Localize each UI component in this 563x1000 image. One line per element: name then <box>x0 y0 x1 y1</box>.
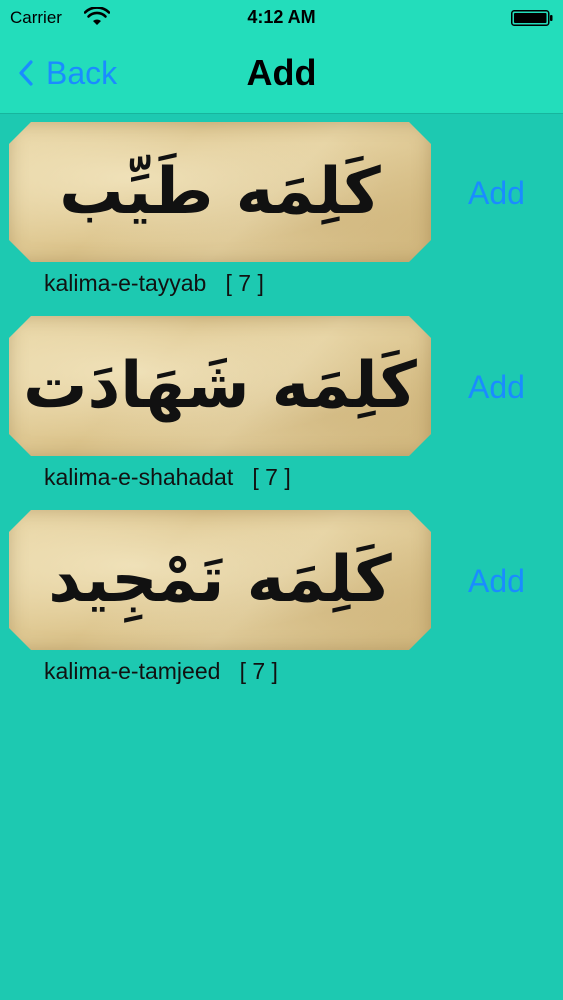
kalima-name: kalima-e-shahadat <box>44 464 234 490</box>
kalima-caption: kalima-e-tayyab [ 7 ] <box>44 270 264 297</box>
list-item[interactable]: كَلِمَه شَهَادَت Add kalima-e-shahadat [… <box>0 314 563 504</box>
kalima-arabic-text: كَلِمَه تَمْجِيد <box>48 543 392 617</box>
kalima-arabic-text: كَلِمَه طَيِّب <box>59 155 381 229</box>
kalima-plaque: كَلِمَه شَهَادَت <box>9 316 431 456</box>
kalima-caption: kalima-e-tamjeed [ 7 ] <box>44 658 278 685</box>
kalima-count: [ 7 ] <box>225 270 264 296</box>
kalima-plaque: كَلِمَه تَمْجِيد <box>9 510 431 650</box>
battery-icon <box>511 10 553 26</box>
add-button[interactable]: Add <box>468 369 525 406</box>
add-button[interactable]: Add <box>468 563 525 600</box>
clock: 4:12 AM <box>247 7 316 27</box>
kalima-count: [ 7 ] <box>252 464 291 490</box>
kalima-caption: kalima-e-shahadat [ 7 ] <box>44 464 291 491</box>
navigation-bar: Back Add <box>0 36 563 114</box>
page-title: Add <box>246 52 317 93</box>
kalima-name: kalima-e-tayyab <box>44 270 207 296</box>
list-item[interactable]: كَلِمَه طَيِّب Add kalima-e-tayyab [ 7 ] <box>0 120 563 310</box>
kalima-name: kalima-e-tamjeed <box>44 658 221 684</box>
status-bar: Carrier 4:12 AM <box>0 0 563 36</box>
kalima-arabic-text: كَلِمَه شَهَادَت <box>23 349 417 423</box>
list-item[interactable]: كَلِمَه تَمْجِيد Add kalima-e-tamjeed [ … <box>0 508 563 698</box>
add-button[interactable]: Add <box>468 175 525 212</box>
kalima-plaque: كَلِمَه طَيِّب <box>9 122 431 262</box>
kalima-count: [ 7 ] <box>239 658 278 684</box>
